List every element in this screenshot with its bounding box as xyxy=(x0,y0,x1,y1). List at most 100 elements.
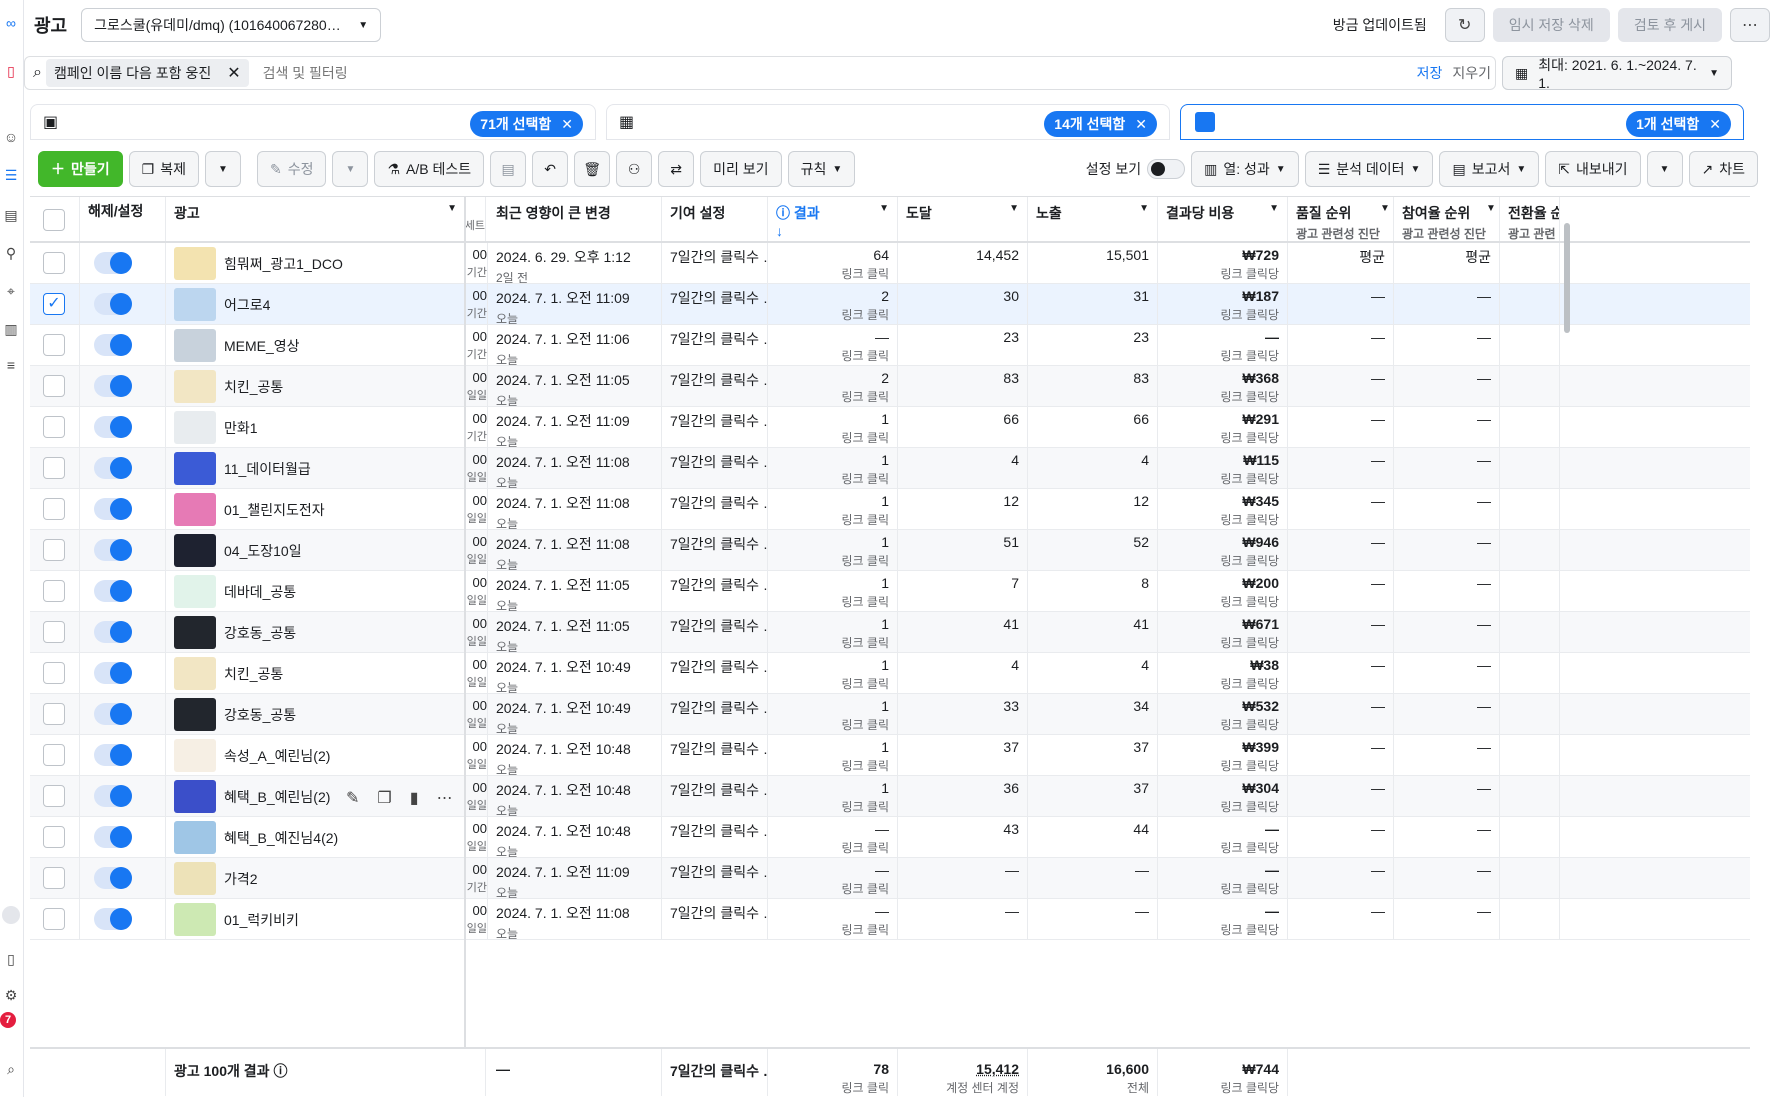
ad-thumbnail[interactable] xyxy=(174,698,216,731)
ad-name-link[interactable]: 치킨_공통 xyxy=(224,377,283,397)
ab-test-button[interactable]: ⚗ A/B 테스트 xyxy=(374,151,485,187)
ad-name-link[interactable]: 속성_A_예린님(2) xyxy=(224,746,330,766)
ad-panel[interactable]: 1개 선택함 ✕ xyxy=(1180,104,1744,140)
ad-toggle-switch[interactable] xyxy=(94,252,132,274)
ad-toggle-switch[interactable] xyxy=(94,621,132,643)
people-icon[interactable]: ⚲ xyxy=(2,244,20,262)
header-results[interactable]: ⓘ 결과 ↓ ▼ xyxy=(768,197,898,241)
list-icon[interactable]: ☰ xyxy=(2,166,20,184)
ad-name-link[interactable]: 강호동_공통 xyxy=(224,705,296,725)
ad-thumbnail[interactable] xyxy=(174,411,216,444)
table-row[interactable]: 치킨_공통 00 일일 2024. 7. 1. 오전 10:49 오늘 7일간의 클… xyxy=(30,653,1750,694)
table-row[interactable]: 가격2 00 기간 2024. 7. 1. 오전 11:09 오늘 7일간의 클릭수… xyxy=(30,858,1750,899)
table-row[interactable]: 힘뭐쩌_광고1_DCO 00 기간 2024. 6. 29. 오후 1:12 2일 … xyxy=(30,243,1750,284)
ad-toggle-switch[interactable] xyxy=(94,580,132,602)
ad-name-link[interactable]: 어그로4 xyxy=(224,295,270,315)
edit-button[interactable]: ✎ 수정 xyxy=(256,151,327,187)
close-icon[interactable]: ✕ xyxy=(1135,116,1147,133)
edit-dropdown[interactable]: ▼ xyxy=(332,151,369,187)
view-setup-toggle[interactable] xyxy=(1147,159,1186,179)
ad-name-link[interactable]: 01_챌린지도전자 xyxy=(224,500,325,520)
header-impressions[interactable]: 노출 ▼ xyxy=(1028,197,1158,241)
row-checkbox[interactable] xyxy=(43,252,65,274)
ad-toggle-switch[interactable] xyxy=(94,662,132,684)
ad-name-link[interactable]: 11_데이터월급 xyxy=(224,459,311,479)
table-row[interactable]: 속성_A_예린님(2) 00 일일 2024. 7. 1. 오전 10:48 오늘 … xyxy=(30,735,1750,776)
info-icon[interactable]: ⓘ xyxy=(273,1063,287,1079)
row-checkbox[interactable] xyxy=(43,703,65,725)
account-selector[interactable]: 그로스쿨(유데미/dmq) (101640067280… ▼ xyxy=(81,8,382,42)
duplicate-button[interactable]: ❐ 복제 xyxy=(128,151,199,187)
ad-name-link[interactable]: 혜택_B_예린님(2) xyxy=(224,787,330,807)
refresh-button[interactable]: ↻ xyxy=(1444,8,1485,42)
row-checkbox[interactable] xyxy=(43,457,65,479)
table-row[interactable]: 강호동_공통 00 일일 2024. 7. 1. 오전 11:05 오늘 7일간의 … xyxy=(30,612,1750,653)
ad-thumbnail[interactable] xyxy=(174,329,216,362)
row-checkbox[interactable] xyxy=(43,785,65,807)
ad-thumbnail[interactable] xyxy=(174,493,216,526)
ad-name-link[interactable]: 04_도장10일 xyxy=(224,541,302,561)
ad-thumbnail[interactable] xyxy=(174,575,216,608)
compare-button[interactable]: ⇄ xyxy=(658,151,695,187)
rules-button[interactable]: 규칙 ▼ xyxy=(787,151,856,187)
save-filter-link[interactable]: 저장 xyxy=(1417,63,1443,83)
close-icon[interactable]: ✕ xyxy=(1709,116,1721,133)
ad-toggle-switch[interactable] xyxy=(94,703,132,725)
export-button[interactable]: ⇱ 내보내기 xyxy=(1545,151,1641,187)
pencil-icon[interactable]: ✎ xyxy=(346,788,359,808)
audience-button[interactable]: ⚇ xyxy=(616,151,653,187)
vertical-scrollbar[interactable] xyxy=(1564,223,1570,333)
ad-thumbnail[interactable] xyxy=(174,903,216,936)
header-engagement[interactable]: 참여율 순위 광고 관련성 진단 ▼ xyxy=(1394,197,1500,241)
ad-name-link[interactable]: 가격2 xyxy=(224,869,258,889)
header-attribution[interactable]: 기여 설정 xyxy=(662,197,768,241)
ad-selection-chip[interactable]: 1개 선택함 ✕ xyxy=(1626,111,1731,137)
row-checkbox[interactable] xyxy=(43,867,65,889)
more-icon[interactable]: ⋯ xyxy=(437,788,453,808)
ad-toggle-switch[interactable] xyxy=(94,293,132,315)
app-icon[interactable]: ▯ xyxy=(2,62,20,80)
ad-thumbnail[interactable] xyxy=(174,452,216,485)
gear-icon[interactable]: ⚙ xyxy=(2,986,20,1004)
smiley-icon[interactable]: ☺ xyxy=(2,128,20,146)
close-icon[interactable]: ✕ xyxy=(227,63,240,83)
row-checkbox[interactable] xyxy=(43,375,65,397)
row-checkbox[interactable] xyxy=(43,744,65,766)
export-dropdown[interactable]: ▼ xyxy=(1646,151,1683,187)
table-row[interactable]: 04_도장10일 00 일일 2024. 7. 1. 오전 11:08 오늘 7일간… xyxy=(30,530,1750,571)
header-cpr[interactable]: 결과당 비용 ▼ xyxy=(1158,197,1288,241)
ad-toggle-switch[interactable] xyxy=(94,416,132,438)
ad-thumbnail[interactable] xyxy=(174,247,216,280)
table-row[interactable]: 혜택_B_예린님(2) ✎ ❐ ▮ ⋯ 00 일일 2024. 7. 1. 오전 10:… xyxy=(30,776,1750,817)
row-checkbox[interactable] xyxy=(43,826,65,848)
ad-toggle-switch[interactable] xyxy=(94,867,132,889)
search-input[interactable] xyxy=(262,65,1417,81)
adset-panel[interactable]: ▦ 14개 선택함 ✕ xyxy=(606,104,1170,140)
clipboard-icon[interactable]: ▤ xyxy=(2,206,20,224)
ad-name-link[interactable]: MEME_영상 xyxy=(224,336,300,356)
select-all-checkbox[interactable] xyxy=(43,209,65,231)
breakdown-button[interactable]: ☰ 분석 데이터 ▼ xyxy=(1304,151,1434,187)
ad-name-link[interactable]: 01_럭키비키 xyxy=(224,910,299,930)
ad-name-link[interactable]: 치킨_공통 xyxy=(224,664,283,684)
table-row[interactable]: 01_챌린지도전자 00 일일 2024. 7. 1. 오전 11:08 오늘 7일… xyxy=(30,489,1750,530)
reports-button[interactable]: ▤ 보고서 ▼ xyxy=(1439,151,1540,187)
table-row[interactable]: 혜택_B_예진님4(2) 00 일일 2024. 7. 1. 오전 10:48 오늘… xyxy=(30,817,1750,858)
close-icon[interactable]: ✕ xyxy=(561,116,573,133)
header-ad[interactable]: 광고 ▼ xyxy=(166,197,466,241)
ad-thumbnail[interactable] xyxy=(174,657,216,690)
header-conversion[interactable]: 전환율 순 광고 관련 xyxy=(1500,197,1560,241)
ad-thumbnail[interactable] xyxy=(174,780,216,813)
ad-toggle-switch[interactable] xyxy=(94,908,132,930)
table-row[interactable]: 01_럭키비키 00 일일 2024. 7. 1. 오전 11:08 오늘 7일간의… xyxy=(30,899,1750,940)
profile-icon[interactable] xyxy=(2,906,20,924)
ad-toggle-switch[interactable] xyxy=(94,498,132,520)
row-checkbox[interactable]: ✓ xyxy=(43,293,65,315)
copy-icon[interactable]: ❐ xyxy=(377,788,391,808)
ad-name-link[interactable]: 만화1 xyxy=(224,418,258,438)
row-checkbox[interactable] xyxy=(43,539,65,561)
book-icon[interactable]: ▥ xyxy=(2,320,20,338)
header-quality[interactable]: 품질 순위 광고 관련성 진단 ▼ xyxy=(1288,197,1394,241)
search-icon[interactable]: ⌕ xyxy=(2,1060,20,1078)
discard-drafts-button[interactable]: 임시 저장 삭제 xyxy=(1492,8,1610,42)
